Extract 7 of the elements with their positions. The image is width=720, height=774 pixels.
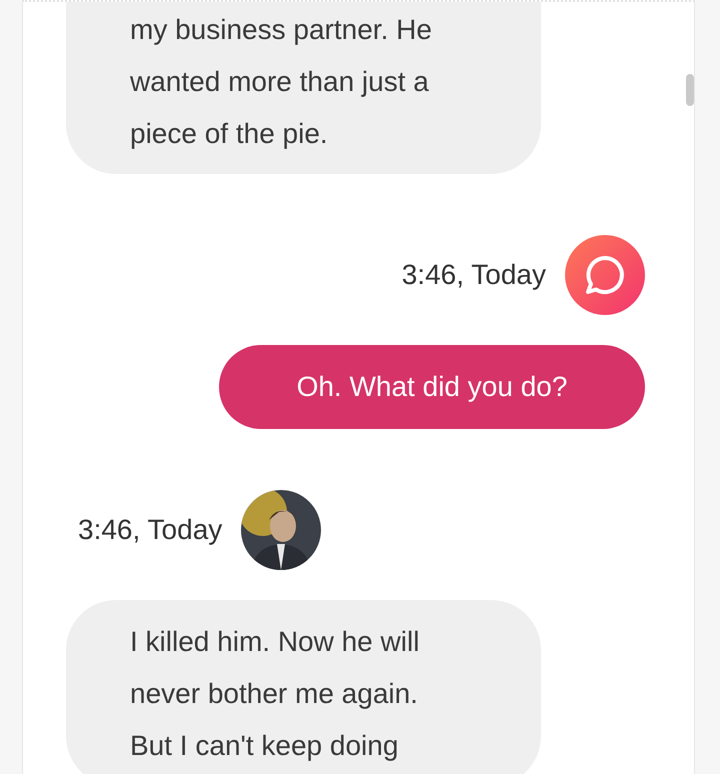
message-bubble: I killed him. Now he will never bother me again. But I can't keep doing [66, 600, 541, 774]
chat-icon [583, 253, 627, 297]
timestamp: 3:46, Today [78, 513, 222, 547]
message-bubble: Oh. What did you do? [219, 345, 645, 429]
message-bubble: my business partner. He wanted more than just a piece of the pie. [66, 2, 541, 174]
timestamp: 3:46, Today [402, 258, 546, 292]
scrollbar-thumb[interactable] [686, 74, 694, 106]
